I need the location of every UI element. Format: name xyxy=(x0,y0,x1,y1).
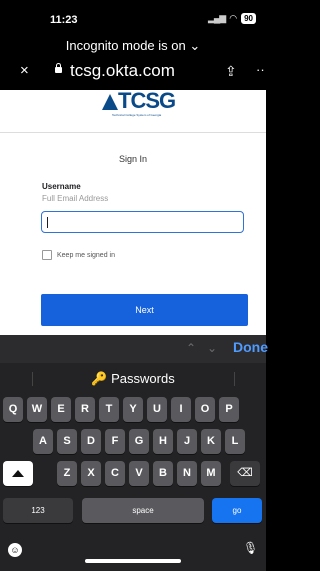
passwords-label: Passwords xyxy=(111,371,175,386)
status-icons: ▂▄▆ ◠ 90 xyxy=(208,13,256,24)
username-hint: Full Email Address xyxy=(42,194,109,203)
space-key[interactable]: space xyxy=(82,498,204,523)
logo-tagline: Technical College System of Georgia xyxy=(112,113,162,117)
share-icon[interactable]: ⇪ xyxy=(225,63,237,80)
key-v[interactable]: V xyxy=(129,461,149,486)
tcsg-logo: TCSG Technical College System of Georgia xyxy=(100,88,180,120)
key-s[interactable]: S xyxy=(57,429,77,454)
passwords-bar[interactable]: 🔑 Passwords xyxy=(0,366,266,390)
passwords-suggestion[interactable]: 🔑 Passwords xyxy=(0,371,266,387)
key-o[interactable]: O xyxy=(195,397,215,422)
next-button[interactable]: Next xyxy=(41,294,248,326)
key-b[interactable]: B xyxy=(153,461,173,486)
okta-signin-page: TCSG Technical College System of Georgia… xyxy=(0,88,266,335)
key-y[interactable]: Y xyxy=(123,397,143,422)
keep-signed-in-label[interactable]: Keep me signed in xyxy=(57,252,115,259)
url-text[interactable]: tcsg.okta.com xyxy=(70,61,175,81)
keep-signed-in-row[interactable]: Keep me signed in xyxy=(42,250,115,260)
key-x[interactable]: X xyxy=(81,461,101,486)
close-tab-icon[interactable]: × xyxy=(20,62,29,79)
username-input[interactable] xyxy=(41,211,244,233)
key-i[interactable]: I xyxy=(171,397,191,422)
key-k[interactable]: K xyxy=(201,429,221,454)
logo-emblem-icon xyxy=(102,94,118,110)
page-title: Sign In xyxy=(118,154,148,164)
key-j[interactable]: J xyxy=(177,429,197,454)
wifi-icon: ◠ xyxy=(229,13,238,23)
key-l[interactable]: L xyxy=(225,429,245,454)
key-q[interactable]: Q xyxy=(3,397,23,422)
username-label: Username xyxy=(42,182,81,191)
next-field-icon[interactable]: ⌄ xyxy=(207,341,217,355)
shift-key[interactable] xyxy=(3,461,33,486)
text-caret xyxy=(47,217,48,228)
status-time: 11:23 xyxy=(50,14,78,26)
numbers-key[interactable]: 123 xyxy=(3,498,73,523)
key-f[interactable]: F xyxy=(105,429,125,454)
previous-field-icon[interactable]: ⌃ xyxy=(186,341,196,355)
shift-arrow-icon xyxy=(12,470,24,477)
go-key[interactable]: go xyxy=(212,498,262,523)
key-h[interactable]: H xyxy=(153,429,173,454)
key-m[interactable]: M xyxy=(201,461,221,486)
microphone-icon[interactable]: 🎙 xyxy=(243,541,258,555)
emoji-icon[interactable]: ☺ xyxy=(8,543,22,557)
key-c[interactable]: C xyxy=(105,461,125,486)
key-n[interactable]: N xyxy=(177,461,197,486)
logo-text: TCSG xyxy=(118,88,176,113)
key-w[interactable]: W xyxy=(27,397,47,422)
keep-signed-in-checkbox[interactable] xyxy=(42,250,52,260)
key-icon: 🔑 xyxy=(91,371,108,386)
key-r[interactable]: R xyxy=(75,397,95,422)
key-g[interactable]: G xyxy=(129,429,149,454)
browser-top-bar: 11:23 ▂▄▆ ◠ 90 Incognito mode is on ⌄ × … xyxy=(0,0,266,90)
home-indicator[interactable] xyxy=(85,559,181,563)
url-bar[interactable]: × tcsg.okta.com ⇪ ·· xyxy=(0,60,266,86)
key-p[interactable]: P xyxy=(219,397,239,422)
key-u[interactable]: U xyxy=(147,397,167,422)
lock-icon xyxy=(55,63,62,73)
key-e[interactable]: E xyxy=(51,397,71,422)
keyboard-accessory-bar: ⌃ ⌄ Done xyxy=(0,335,268,363)
incognito-banner[interactable]: Incognito mode is on ⌄ xyxy=(0,38,266,54)
cellular-signal-icon: ▂▄▆ xyxy=(208,13,226,23)
key-z[interactable]: Z xyxy=(57,461,77,486)
key-t[interactable]: T xyxy=(99,397,119,422)
key-d[interactable]: D xyxy=(81,429,101,454)
key-a[interactable]: A xyxy=(33,429,53,454)
ios-keyboard: ⌃ ⌄ Done 🔑 Passwords Q W E R T Y U I O P… xyxy=(0,335,268,571)
header-divider xyxy=(0,132,266,133)
done-button[interactable]: Done xyxy=(233,339,268,355)
delete-key[interactable]: ⌫ xyxy=(230,461,260,486)
battery-icon: 90 xyxy=(241,13,256,24)
more-icon[interactable]: ·· xyxy=(256,62,265,77)
suggestion-divider xyxy=(234,372,235,386)
